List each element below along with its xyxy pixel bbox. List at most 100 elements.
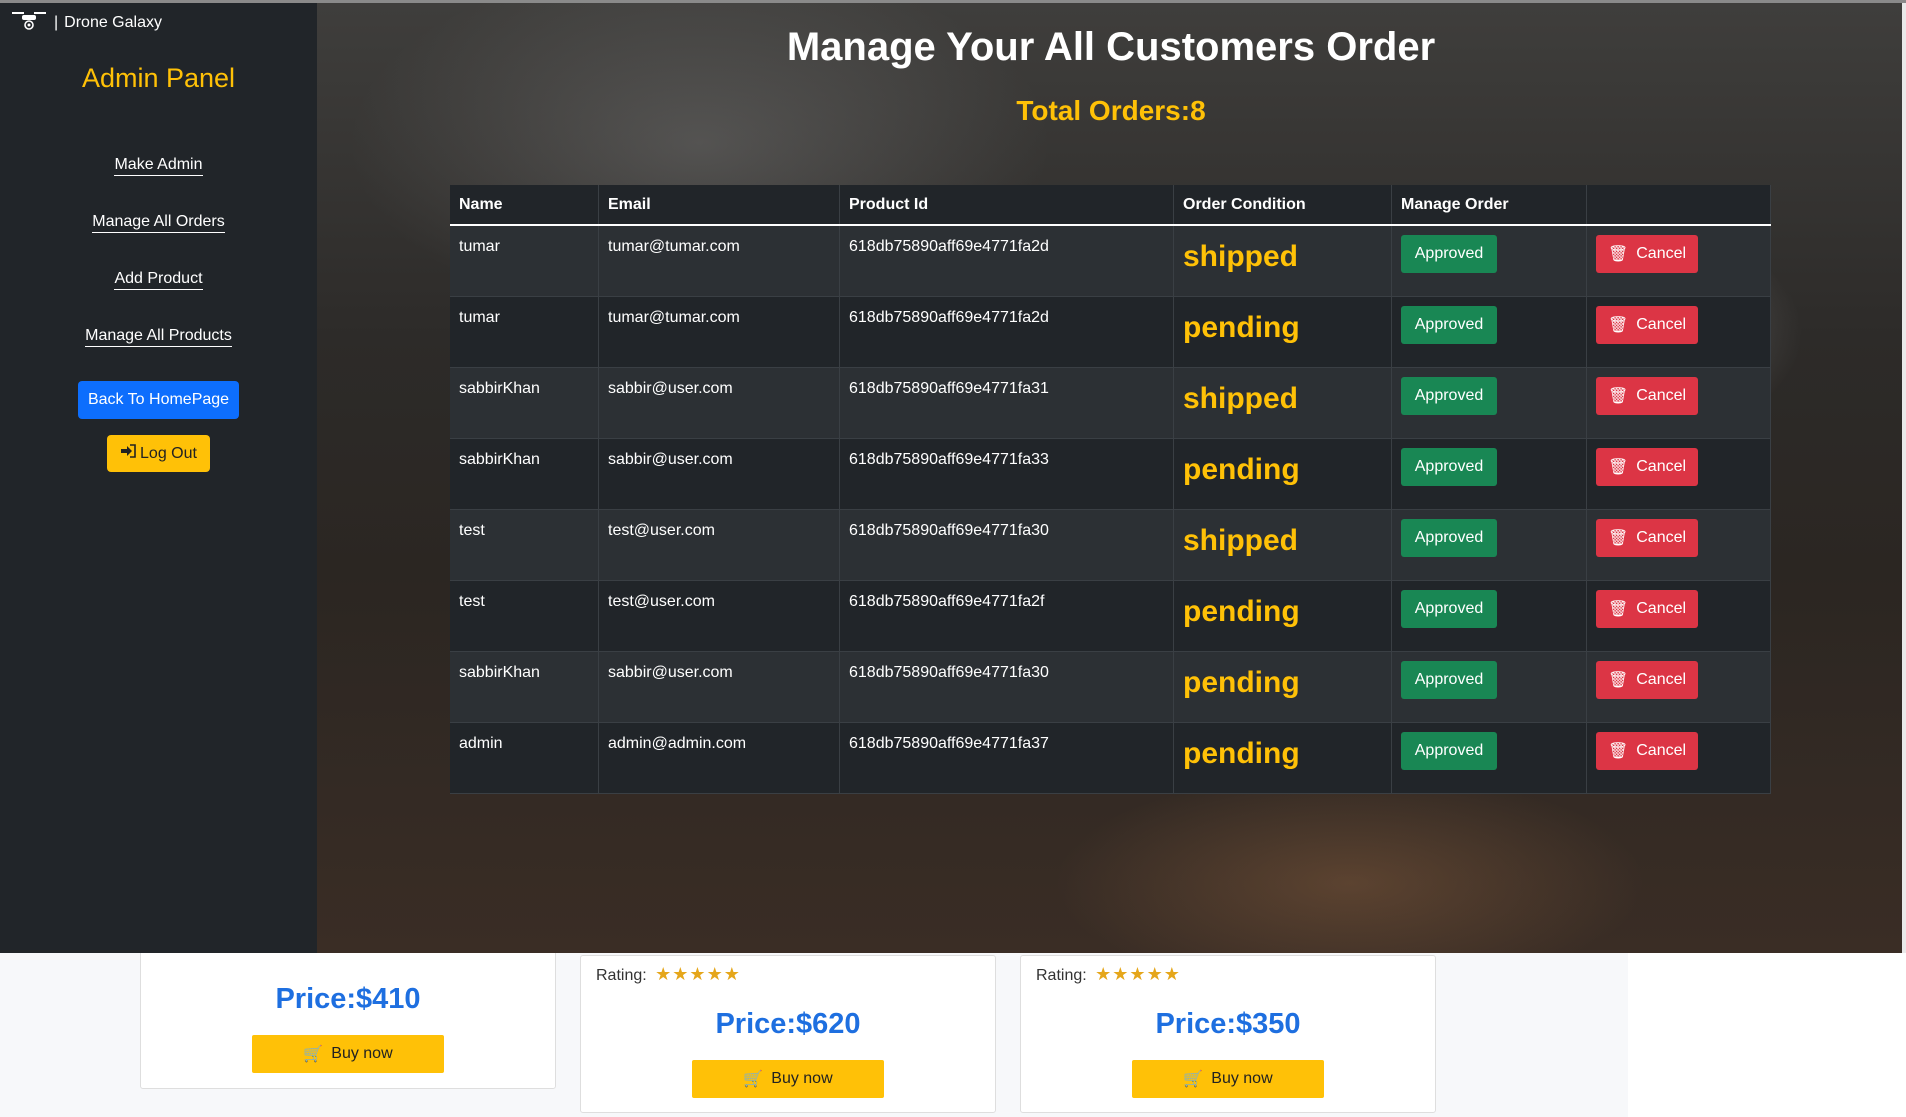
cell-actions: 🗑 Cancel [1586, 509, 1771, 581]
table-row: test test@user.com 618db75890aff69e4771f… [450, 509, 1771, 581]
cell-product-id: 618db75890aff69e4771fa30 [839, 651, 1174, 723]
approve-button[interactable]: Approved [1401, 235, 1497, 273]
page-title: Manage Your All Customers Order [786, 25, 1436, 69]
buy-now-button[interactable]: 🛒 Buy now [692, 1060, 884, 1098]
cancel-label: Cancel [1636, 316, 1687, 333]
table-row: admin admin@admin.com 618db75890aff69e47… [450, 722, 1771, 794]
cancel-label: Cancel [1636, 742, 1687, 759]
sidebar-item-manage-all-products[interactable]: Manage All Products [0, 327, 317, 347]
cell-condition: pending [1173, 296, 1392, 368]
order-condition-status: shipped [1183, 524, 1299, 557]
total-orders: Total Orders:8 [318, 95, 1904, 127]
brand-separator: | [54, 13, 59, 31]
sidebar-item-label: Manage All Products [85, 327, 232, 347]
cell-product-id: 618db75890aff69e4771fa2f [839, 580, 1174, 652]
cell-product-id: 618db75890aff69e4771fa31 [839, 367, 1174, 439]
logout-button[interactable]: Log Out [107, 435, 210, 472]
sidebar-item-label: Add Product [114, 270, 203, 290]
column-header-manage-order: Manage Order [1391, 185, 1587, 226]
buy-now-button[interactable]: 🛒 Buy now [1132, 1060, 1324, 1098]
sidebar-item-label: Manage All Orders [92, 213, 225, 233]
cell-actions: 🗑 Cancel [1586, 367, 1771, 439]
approve-button[interactable]: Approved [1401, 377, 1497, 415]
cell-condition: pending [1173, 438, 1392, 510]
cell-email: sabbir@user.com [598, 651, 840, 723]
trash-icon: 🗑 [1607, 246, 1629, 263]
cell-actions: 🗑 Cancel [1586, 225, 1771, 297]
cell-email: test@user.com [598, 580, 840, 652]
approve-button[interactable]: Approved [1401, 306, 1497, 344]
approve-button[interactable]: Approved [1401, 732, 1497, 770]
cell-name: sabbirKhan [450, 651, 599, 723]
approve-button[interactable]: Approved [1401, 661, 1497, 699]
sidebar-item-label: Make Admin [114, 156, 203, 176]
order-condition-status: shipped [1183, 382, 1299, 415]
cell-manage: Approved [1391, 651, 1587, 723]
product-card: Rating: ★★★★★ Price:$620 🛒 Buy now [580, 955, 996, 1113]
orders-table: Name Email Product Id Order Condition Ma… [450, 185, 1771, 794]
rating-stars-icon: ★★★★★ [655, 964, 741, 984]
cancel-button[interactable]: 🗑 Cancel [1596, 661, 1698, 699]
trash-icon: 🗑 [1607, 388, 1629, 405]
brand-name: Drone Galaxy [64, 13, 162, 31]
product-card: Rating: ★★★★★ Price:$350 🛒 Buy now [1020, 955, 1436, 1113]
sign-out-icon [120, 444, 136, 463]
approve-button[interactable]: Approved [1401, 590, 1497, 628]
column-header-actions [1586, 185, 1771, 226]
total-orders-label: Total Orders:8 [1016, 95, 1206, 126]
cancel-button[interactable]: 🗑 Cancel [1596, 448, 1698, 486]
cancel-button[interactable]: 🗑 Cancel [1596, 732, 1698, 770]
product-rating: Rating: ★★★★★ [1036, 964, 1181, 985]
cell-condition: pending [1173, 722, 1392, 794]
sidebar-item-make-admin[interactable]: Make Admin [0, 156, 317, 176]
buy-now-label: Buy now [1211, 1070, 1273, 1087]
table-row: tumar tumar@tumar.com 618db75890aff69e47… [450, 296, 1771, 368]
table-row: test test@user.com 618db75890aff69e4771f… [450, 580, 1771, 652]
order-condition-status: pending [1183, 666, 1300, 699]
cancel-button[interactable]: 🗑 Cancel [1596, 377, 1698, 415]
cancel-button[interactable]: 🗑 Cancel [1596, 590, 1698, 628]
cell-name: test [450, 580, 599, 652]
cell-name: test [450, 509, 599, 581]
buy-now-label: Buy now [771, 1070, 833, 1087]
trash-icon: 🗑 [1607, 530, 1629, 547]
brand[interactable]: | Drone Galaxy [10, 9, 162, 36]
back-to-homepage-button[interactable]: Back To HomePage [78, 381, 239, 419]
cancel-button[interactable]: 🗑 Cancel [1596, 306, 1698, 344]
cell-condition: pending [1173, 651, 1392, 723]
product-rating: Rating: ★★★★★ [596, 964, 741, 985]
product-price: Price:$410 [275, 983, 421, 1015]
buy-now-label: Buy now [331, 1045, 393, 1062]
trash-icon: 🗑 [1607, 672, 1629, 689]
cell-email: tumar@tumar.com [598, 225, 840, 297]
product-card: ★★★★★ Price:$410 🛒 Buy now [140, 929, 556, 1089]
overlay-edge [1902, 3, 1906, 953]
drone-icon [10, 9, 48, 36]
column-header-name: Name [450, 185, 599, 226]
cell-product-id: 618db75890aff69e4771fa2d [839, 225, 1174, 297]
table-header-row: Name Email Product Id Order Condition Ma… [450, 185, 1771, 226]
approve-button[interactable]: Approved [1401, 519, 1497, 557]
cell-email: sabbir@user.com [598, 438, 840, 510]
cell-manage: Approved [1391, 580, 1587, 652]
approve-button[interactable]: Approved [1401, 448, 1497, 486]
sidebar-item-manage-all-orders[interactable]: Manage All Orders [0, 213, 317, 233]
cancel-button[interactable]: 🗑 Cancel [1596, 519, 1698, 557]
cell-email: tumar@tumar.com [598, 296, 840, 368]
trash-icon: 🗑 [1607, 459, 1629, 476]
cell-email: admin@admin.com [598, 722, 840, 794]
cart-icon: 🛒 [1183, 1071, 1204, 1088]
cell-actions: 🗑 Cancel [1586, 722, 1771, 794]
rating-stars-icon: ★★★★★ [1095, 964, 1181, 984]
cancel-button[interactable]: 🗑 Cancel [1596, 235, 1698, 273]
cell-actions: 🗑 Cancel [1586, 438, 1771, 510]
cell-actions: 🗑 Cancel [1586, 580, 1771, 652]
cell-name: admin [450, 722, 599, 794]
cancel-label: Cancel [1636, 245, 1687, 262]
product-price: Price:$620 [715, 1008, 861, 1040]
trash-icon: 🗑 [1607, 743, 1629, 760]
buy-now-button[interactable]: 🛒 Buy now [252, 1035, 444, 1073]
column-header-product-id: Product Id [839, 185, 1174, 226]
logout-label: Log Out [140, 444, 197, 462]
sidebar-item-add-product[interactable]: Add Product [0, 270, 317, 290]
